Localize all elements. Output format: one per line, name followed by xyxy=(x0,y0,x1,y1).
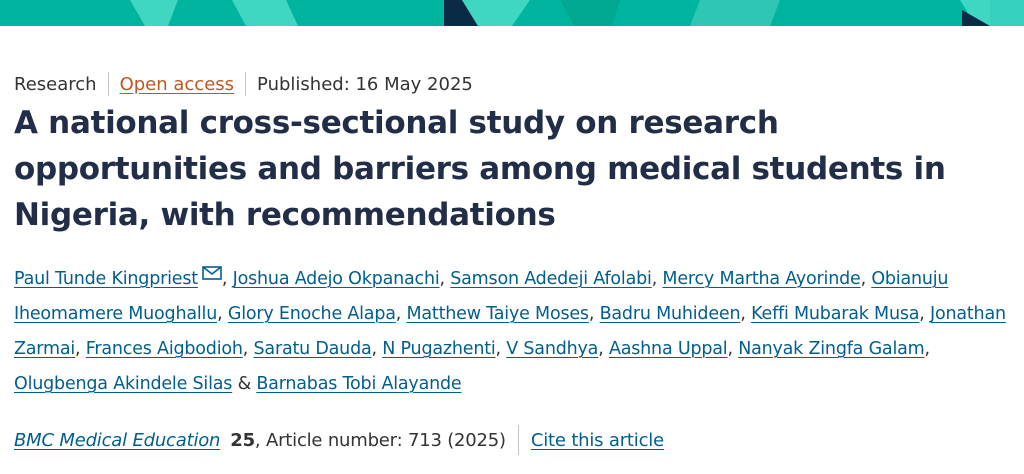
banner-pattern xyxy=(130,0,1024,26)
author-link[interactable]: Aashna Uppal xyxy=(609,339,728,359)
author-separator: , xyxy=(495,339,507,359)
author-link[interactable]: Joshua Adejo Okpanachi xyxy=(233,269,440,289)
author-link[interactable]: Nanyak Zingfa Galam xyxy=(738,339,925,359)
author-link[interactable]: Samson Adedeji Afolabi xyxy=(450,269,652,289)
author-list: Paul Tunde Kingpriest, Joshua Adejo Okpa… xyxy=(14,262,1014,402)
author-link[interactable]: Mercy Martha Ayorinde xyxy=(662,269,860,289)
author-separator: , xyxy=(439,269,451,289)
author-separator: , xyxy=(75,339,86,359)
author-separator: , xyxy=(395,304,407,324)
article-meta: Research Open access Published: 16 May 2… xyxy=(14,71,473,97)
open-access-link[interactable]: Open access xyxy=(120,74,234,95)
author-separator: & xyxy=(232,374,257,394)
author-link[interactable]: Saratu Dauda xyxy=(254,339,372,359)
article-number: , Article number: 713 (2025) xyxy=(254,429,506,451)
article-title: A national cross-sectional study on rese… xyxy=(14,105,946,233)
published-date: Published: 16 May 2025 xyxy=(257,73,473,95)
author-separator: , xyxy=(242,339,254,359)
author-separator: , xyxy=(588,304,600,324)
author-link[interactable]: V Sandhya xyxy=(506,339,598,359)
author-link[interactable]: Glory Enoche Alapa xyxy=(228,304,396,324)
author-separator: , xyxy=(221,269,233,289)
volume-number: 25 xyxy=(230,429,255,451)
author-link[interactable]: Frances Aigbodioh xyxy=(86,339,243,359)
author-link[interactable]: Paul Tunde Kingpriest xyxy=(14,269,198,289)
cite-article-link[interactable]: Cite this article xyxy=(531,430,664,451)
citation-divider xyxy=(517,425,519,455)
author-separator: , xyxy=(919,304,931,324)
author-separator: , xyxy=(651,269,663,289)
author-separator: , xyxy=(924,339,931,359)
author-link[interactable]: Badru Muhideen xyxy=(600,304,741,324)
author-link[interactable]: Olugbenga Akindele Silas xyxy=(14,374,232,394)
author-separator: , xyxy=(740,304,752,324)
author-link[interactable]: Matthew Taiye Moses xyxy=(407,304,590,324)
author-separator: , xyxy=(598,339,609,359)
author-separator: , xyxy=(860,269,872,289)
author-separator: , xyxy=(217,304,228,324)
meta-divider xyxy=(107,72,109,96)
author-link[interactable]: Keffi Mubarak Musa xyxy=(751,304,919,324)
author-link[interactable]: N Pugazhenti xyxy=(382,339,495,359)
envelope-icon[interactable] xyxy=(202,266,222,280)
author-separator: , xyxy=(727,339,739,359)
top-banner xyxy=(0,0,1024,26)
article-type: Research xyxy=(14,73,97,95)
journal-link[interactable]: BMC Medical Education xyxy=(14,430,220,451)
author-link[interactable]: Barnabas Tobi Alayande xyxy=(256,374,461,394)
citation-line: BMC Medical Education 25 , Article numbe… xyxy=(14,424,664,456)
author-separator: , xyxy=(371,339,383,359)
meta-divider xyxy=(245,72,247,96)
